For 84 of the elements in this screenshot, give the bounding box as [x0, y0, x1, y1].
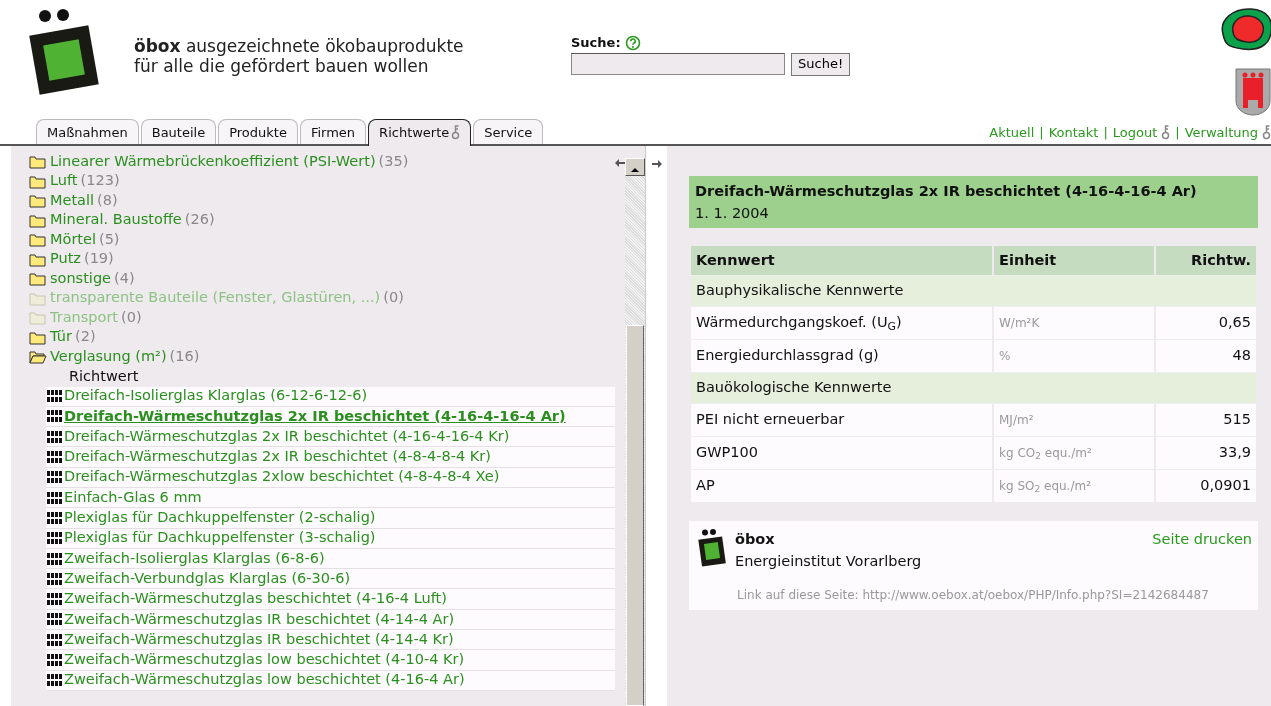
- brand-name: öbox: [735, 529, 776, 549]
- section-cell: Bauphysikalische Kennwerte: [691, 276, 1256, 307]
- page-link-text: Link auf diese Seite: http://www.oebox.at/oebox/PHP/Info.php?SI=2142684487: [736, 587, 1210, 605]
- value-icon: [46, 450, 64, 465]
- value-icon: [46, 612, 64, 627]
- table-cell: Wärmedurchgangskoef. (U$_{G}$): [691, 307, 992, 340]
- detail-title: Dreifach-Wärmeschutzglas 2x IR beschichtet (4-16-4-16-4 Ar): [695, 182, 1198, 201]
- table-cell: 0,0901: [1156, 469, 1256, 503]
- nav-link[interactable]: Kontakt: [1048, 122, 1099, 142]
- nav-link[interactable]: Logout: [1112, 122, 1171, 142]
- column-header: Einheit: [994, 245, 1154, 277]
- unit-cell: kg CO$_{2}$ equ./m²: [994, 436, 1154, 470]
- value-icon: [46, 510, 64, 525]
- key-icon: [1161, 124, 1171, 140]
- category-link[interactable]: Linearer Wärmebrückenkoeffizient (PSI-Wert): [50, 150, 376, 173]
- separator: |: [1039, 123, 1044, 142]
- value-icon: [46, 389, 64, 404]
- tab[interactable]: Bauteile: [140, 118, 217, 144]
- value-icon: [46, 571, 64, 586]
- value-icon: [46, 429, 64, 444]
- tab[interactable]: Firmen: [299, 118, 367, 144]
- item-count: (2): [75, 327, 96, 347]
- unit-cell: kg SO$_{2}$ equ./m²: [994, 469, 1154, 503]
- scrollbar[interactable]: [625, 160, 645, 706]
- table-cell: 33,9: [1156, 436, 1256, 470]
- item-count: (19): [84, 249, 114, 269]
- search-button[interactable]: Suche!: [791, 52, 851, 76]
- nav-link[interactable]: Aktuell: [989, 122, 1035, 142]
- unit-cell: W/m²K: [994, 307, 1154, 340]
- print-link[interactable]: Seite drucken: [1152, 528, 1252, 551]
- value-icon: [46, 632, 64, 647]
- section-cell: Bauökologische Kennwerte: [691, 373, 1256, 404]
- key-icon: [1262, 124, 1271, 140]
- logo-icon: [28, 8, 102, 96]
- separator: |: [1103, 123, 1108, 142]
- table-cell: 0,65: [1156, 307, 1256, 340]
- separator: |: [1175, 123, 1180, 142]
- item-count: (8): [97, 190, 118, 210]
- unit-cell: MJ/m²: [994, 403, 1154, 437]
- item-count: (0): [383, 288, 404, 308]
- table-cell: AP: [691, 469, 992, 503]
- item-count: (5): [99, 229, 120, 249]
- tab[interactable]: Richtwerte: [368, 118, 472, 146]
- tab[interactable]: Service: [473, 118, 544, 144]
- search-field[interactable]: [571, 52, 785, 75]
- item-count: (123): [80, 171, 120, 191]
- item-count: (4): [114, 268, 135, 288]
- key-icon: [451, 124, 461, 140]
- value-icon: [46, 531, 64, 546]
- organization-name: Energieinstitut Vorarlberg: [735, 551, 922, 571]
- collapse-left-icon[interactable]: [615, 159, 625, 167]
- unit-cell: %: [994, 340, 1154, 373]
- value-icon: [46, 470, 64, 485]
- table-cell: 515: [1156, 403, 1256, 437]
- column-header: Richtw.: [1156, 245, 1256, 277]
- tagline: öbox ausgezeichnete ökobauprodukte: [134, 36, 464, 56]
- tab[interactable]: Produkte: [218, 118, 298, 144]
- column-header: Kennwert: [691, 245, 992, 277]
- value-icon: [46, 409, 64, 424]
- item-count: (35): [378, 151, 409, 171]
- item-count: (26): [184, 210, 215, 230]
- coat-of-arms-icon: [1235, 68, 1271, 116]
- item-count: (0): [121, 307, 142, 327]
- value-icon: [46, 653, 64, 667]
- expand-right-icon[interactable]: [652, 159, 662, 168]
- table-cell: PEI nicht erneuerbar: [691, 403, 992, 437]
- value-icon: [46, 592, 64, 607]
- help-icon[interactable]: [624, 34, 641, 51]
- nav-link[interactable]: Verwaltung: [1184, 122, 1271, 142]
- value-icon: [46, 551, 64, 566]
- search-label: Suche:: [571, 34, 621, 52]
- value-icon: [46, 490, 64, 505]
- table-cell: GWP100: [691, 436, 992, 470]
- scroll-up-button[interactable]: [625, 158, 645, 176]
- table-cell: 48: [1156, 340, 1256, 373]
- value-icon: [46, 673, 64, 688]
- item-count: (16): [169, 346, 200, 366]
- detail-date: 1. 1. 2004: [695, 203, 770, 223]
- table-cell: Energiedurchlassgrad (g): [691, 340, 992, 373]
- region-logo-icon: [1219, 6, 1271, 52]
- tab[interactable]: Maßnahmen: [36, 118, 139, 144]
- tagline: für alle die gefördert bauen wollen: [134, 56, 430, 76]
- logo-icon: [697, 528, 727, 567]
- list-heading: Richtwert: [69, 366, 139, 386]
